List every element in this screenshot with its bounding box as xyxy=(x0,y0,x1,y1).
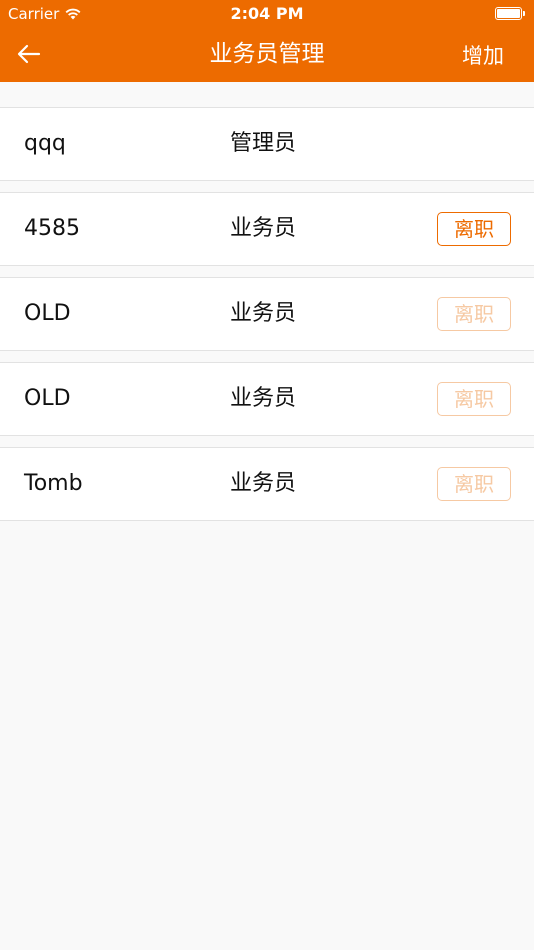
navigation-header: Carrier 2:04 PM 业务员管理 增加 xyxy=(0,0,534,82)
add-button[interactable]: 增加 xyxy=(462,40,504,72)
salesperson-role: 管理员 xyxy=(230,131,297,156)
salesperson-role: 业务员 xyxy=(230,386,297,411)
status-bar: Carrier 2:04 PM xyxy=(0,0,534,28)
salesperson-name: qqq xyxy=(24,131,66,156)
salesperson-role: 业务员 xyxy=(230,301,297,326)
salesperson-role: 业务员 xyxy=(230,216,297,241)
list-item[interactable]: 4585 业务员 离职 xyxy=(0,192,534,266)
status-time: 2:04 PM xyxy=(230,4,304,23)
salesperson-list: qqq 管理员 4585 业务员 离职 OLD 业务员 离职 OLD 业务员 离… xyxy=(0,82,534,521)
salesperson-name: OLD xyxy=(24,301,71,326)
list-item[interactable]: Tomb 业务员 离职 xyxy=(0,447,534,521)
list-item[interactable]: OLD 业务员 离职 xyxy=(0,362,534,436)
resign-button[interactable]: 离职 xyxy=(437,212,511,246)
resign-button-disabled: 离职 xyxy=(437,382,511,416)
battery-icon xyxy=(495,7,525,20)
list-item[interactable]: OLD 业务员 离职 xyxy=(0,277,534,351)
salesperson-name: OLD xyxy=(24,386,71,411)
resign-button-disabled: 离职 xyxy=(437,297,511,331)
list-item[interactable]: qqq 管理员 xyxy=(0,107,534,181)
salesperson-role: 业务员 xyxy=(230,471,297,496)
resign-button-disabled: 离职 xyxy=(437,467,511,501)
page-title: 业务员管理 xyxy=(209,41,325,67)
salesperson-name: 4585 xyxy=(24,216,80,241)
battery-fill xyxy=(497,9,520,18)
salesperson-name: Tomb xyxy=(24,471,83,496)
